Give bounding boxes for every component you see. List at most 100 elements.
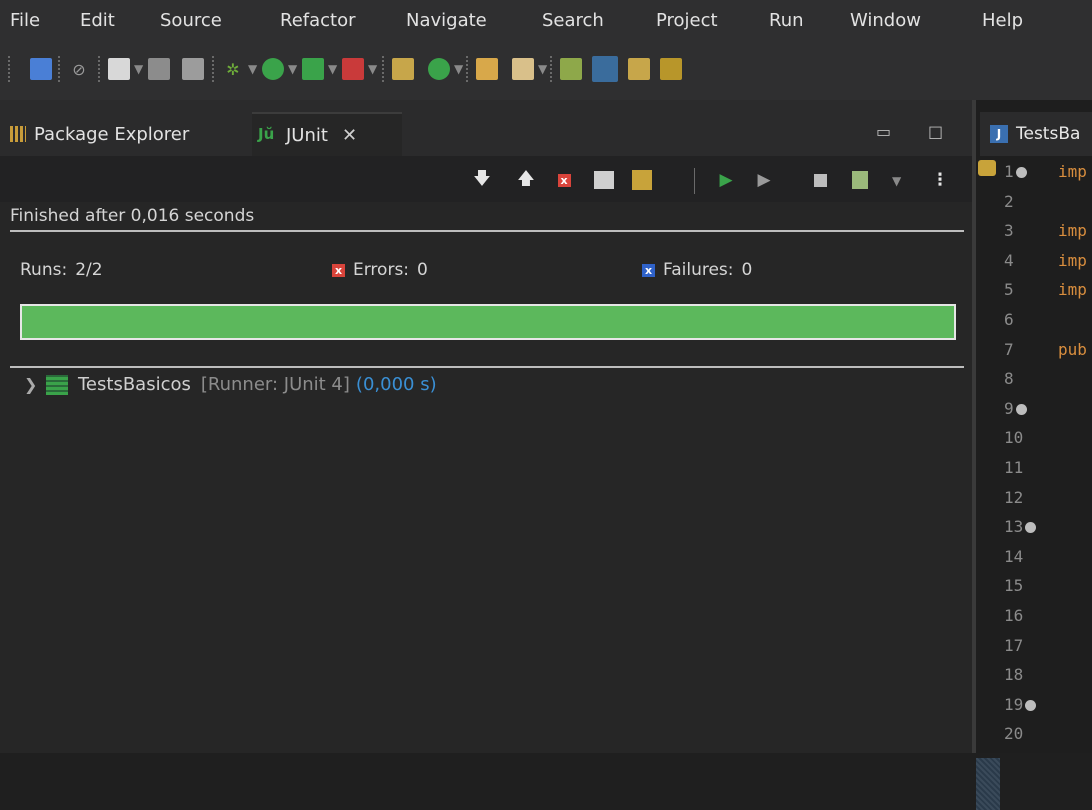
tab-junit[interactable]: Jŭ JUnit ✕ [252,112,402,156]
prev-annotation-icon[interactable] [660,58,682,80]
runs-label: Runs: [20,260,68,280]
runs-value: 2/2 [75,260,103,280]
code-keyword: imp [1058,280,1087,300]
failures-value: 0 [741,260,753,280]
menu-navigate[interactable]: Navigate [406,10,487,31]
next-annotation-icon[interactable] [628,58,650,80]
new-class-icon[interactable] [428,58,450,80]
fold-toggle-icon[interactable] [1015,167,1027,178]
show-failures-only-icon[interactable]: x [552,168,576,192]
menu-window[interactable]: Window [850,10,921,31]
open-type-icon[interactable] [392,58,414,80]
save-all-icon[interactable] [182,58,204,80]
debug-icon[interactable]: ✲ [222,58,244,80]
test-class-name: TestsBasicos [78,374,191,395]
open-folder-icon[interactable] [476,58,498,80]
line-number: 17 [1004,635,1024,655]
line-number: 16 [1004,606,1024,625]
chevron-down-icon[interactable]: ▼ [892,174,901,188]
fold-toggle-icon[interactable] [1015,403,1027,415]
tab-package-explorer[interactable]: Package Explorer [10,112,189,156]
save-icon[interactable] [148,58,170,80]
toolbar-separator [694,168,695,194]
menu-search[interactable]: Search [542,10,604,31]
editor-tab[interactable]: J TestsBa [980,112,1092,156]
view-tab-bar: Package Explorer Jŭ JUnit ✕ ▭ □ [0,100,972,156]
menu-file[interactable]: File [10,10,40,31]
line-number: 1 [1004,162,1027,181]
chevron-down-icon[interactable]: ▼ [328,62,337,76]
menu-project[interactable]: Project [656,10,718,31]
toolbar-separator [382,56,384,82]
skip-breakpoints-icon[interactable]: ⊘ [68,58,90,80]
toolbar-separator [550,56,552,82]
rerun-icon[interactable]: ▶ [714,168,738,192]
package-icon [10,126,26,142]
fold-toggle-icon[interactable] [1025,522,1037,534]
scroll-lock-icon[interactable] [594,171,614,189]
test-progress-bar [20,304,956,340]
menu-run[interactable]: Run [769,10,804,31]
new-wizard-icon[interactable] [108,58,130,80]
code-editor: J TestsBa 1 imp 2 3 imp 4 imp 5 imp 6 7 pub 8 9 10 11 12… [972,100,1092,810]
previous-failure-icon[interactable]: 🡅 [514,168,538,192]
errors-counter: x Errors: 0 [332,260,428,280]
minimize-icon[interactable]: ▭ [876,122,891,141]
test-tree-item[interactable]: ❯ TestsBasicos [Runner: JUnit 4] (0,000 … [24,374,437,395]
junit-status-text: Finished after 0,016 seconds [10,206,255,226]
toolbar-separator [466,56,468,82]
chevron-down-icon[interactable]: ▼ [134,62,143,76]
junit-toolbar: 🡇 🡅 x ▶ ▶ ▼ ⋮ [0,156,972,202]
close-icon[interactable]: ✕ [342,125,357,146]
search-icon[interactable] [560,58,582,80]
rerun-failures-icon[interactable]: ▶ [752,168,776,192]
line-number: 7 [1004,339,1014,359]
terminal-icon[interactable] [30,58,52,80]
menu-refactor[interactable]: Refactor [280,10,356,31]
line-number: 11 [1004,458,1024,477]
chevron-right-icon[interactable]: ❯ [24,375,37,394]
line-number: 13 [1004,517,1037,536]
tab-label: JUnit [286,124,328,146]
coverage-icon[interactable] [302,58,324,80]
next-failure-icon[interactable]: 🡇 [470,168,494,192]
test-run-history-icon[interactable] [852,171,868,189]
change-marker [976,758,1000,810]
external-tools-icon[interactable] [342,58,364,80]
junit-icon: Jŭ [258,125,275,143]
menu-help[interactable]: Help [982,10,1023,31]
code-keyword: imp [1058,250,1087,270]
chevron-down-icon[interactable]: ▼ [248,62,257,76]
menu-edit[interactable]: Edit [80,10,115,31]
line-number: 2 [1004,191,1014,211]
highlight-icon[interactable] [592,56,618,82]
runner-label: [Runner: JUnit 4] [200,374,350,395]
editor-tab-label: TestsBa [1016,124,1081,144]
java-file-icon: J [990,125,1008,143]
line-number: 18 [1004,665,1024,685]
chevron-down-icon[interactable]: ▼ [538,62,547,76]
view-menu-icon[interactable]: ⋮ [928,168,952,192]
stop-icon[interactable] [808,168,832,192]
test-suite-icon [46,374,68,395]
maximize-icon[interactable]: □ [928,122,943,141]
divider [10,230,964,232]
toolbar-separator [8,56,10,82]
toolbar-separator [212,56,214,82]
pencil-icon[interactable] [512,58,534,80]
main-toolbar: ⊘ ▼ ✲ ▼ ▼ ▼ ▼ ▼ ▼ [0,42,1092,100]
runs-counter: Runs: 2/2 [20,260,103,280]
import-icon [978,160,996,176]
code-keyword: imp [1058,162,1087,181]
chevron-down-icon[interactable]: ▼ [288,62,297,76]
chevron-down-icon[interactable]: ▼ [368,62,377,76]
fold-toggle-icon[interactable] [1025,699,1037,711]
menu-source[interactable]: Source [160,10,222,31]
line-number: 9 [1004,399,1027,418]
chevron-down-icon[interactable]: ▼ [454,62,463,76]
divider [10,366,964,368]
errors-label: Errors: [353,260,410,280]
menu-bar: File Edit Source Refactor Navigate Searc… [0,0,1092,42]
run-icon[interactable] [262,58,284,80]
history-icon[interactable] [632,170,652,190]
